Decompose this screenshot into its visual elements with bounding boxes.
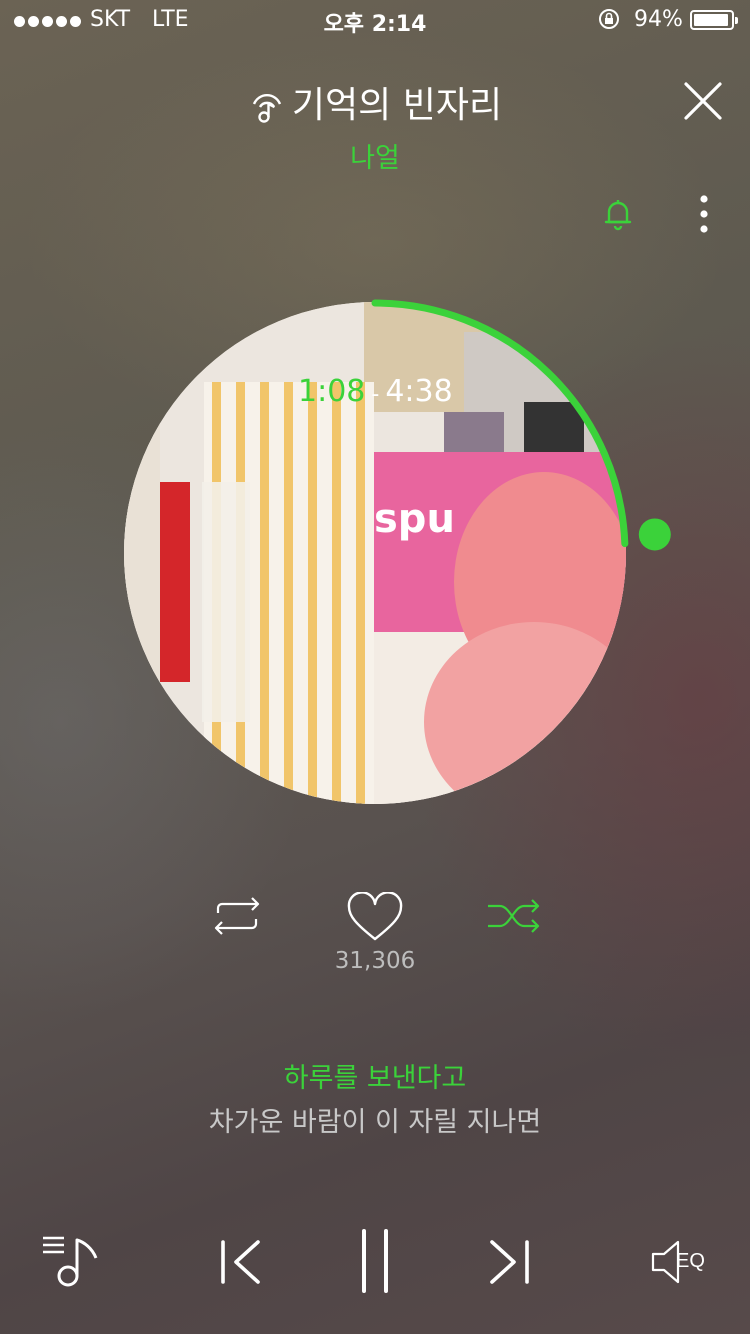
pause-icon[interactable] [358, 1228, 392, 1294]
time-separator: - [371, 382, 380, 407]
like-count: 31,306 [334, 948, 416, 974]
song-title: 기억의 빈자리 [291, 85, 503, 126]
streaming-music-icon [252, 94, 282, 123]
previous-icon[interactable] [218, 1238, 262, 1286]
artist-name[interactable]: 나얼 [0, 136, 750, 175]
eq-label[interactable]: EQ [676, 1250, 705, 1273]
repeat-icon[interactable] [208, 896, 266, 936]
rotation-lock-icon [599, 9, 619, 29]
more-vertical-icon[interactable] [690, 192, 718, 236]
heart-icon[interactable] [346, 892, 404, 944]
playback-time: 1:08-4:38 [298, 374, 453, 409]
elapsed-time: 1:08 [298, 374, 366, 409]
playlist-icon[interactable] [40, 1232, 102, 1288]
battery-percentage: 94% [634, 7, 683, 32]
next-icon[interactable] [488, 1238, 532, 1286]
shuffle-icon[interactable] [486, 896, 544, 936]
close-button[interactable] [682, 80, 724, 122]
song-title-row: 기억의 빈자리 [0, 76, 750, 128]
lyric-next-line[interactable]: 차가운 바람이 이 자릴 지나면 [0, 1100, 750, 1139]
progress-handle[interactable] [638, 518, 671, 551]
battery-icon [690, 10, 738, 30]
bell-icon[interactable] [600, 196, 636, 232]
status-bar: SKT LTE 오후 2:14 94% [0, 0, 750, 40]
lyric-current-line[interactable]: 하루를 보낸다고 [0, 1056, 750, 1095]
total-duration: 4:38 [385, 374, 453, 409]
svg-text:spu: spu [374, 496, 455, 542]
